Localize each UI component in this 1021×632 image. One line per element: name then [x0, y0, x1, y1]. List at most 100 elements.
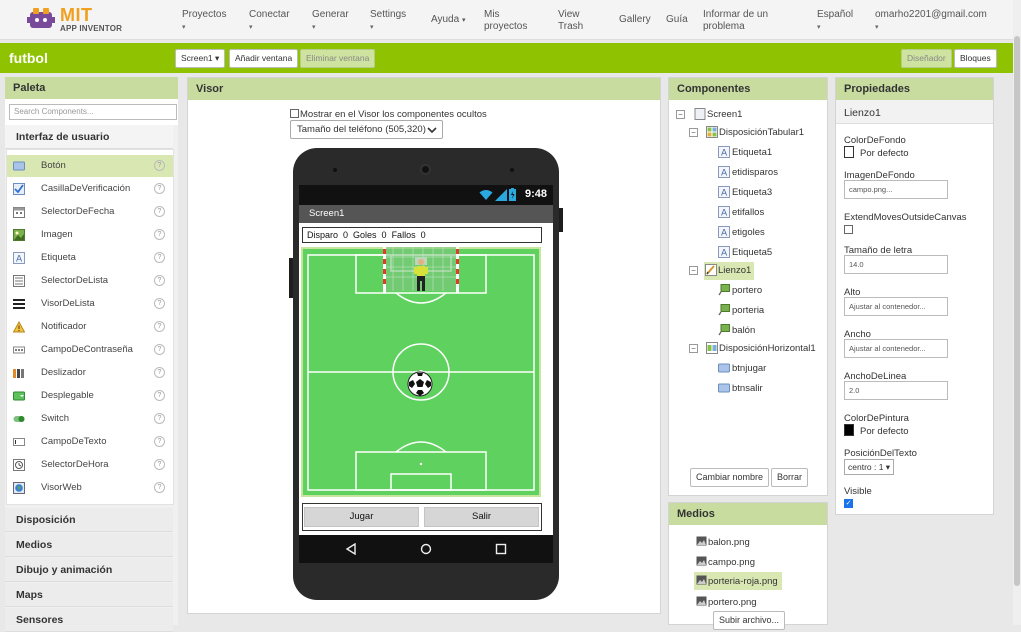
link-view-trash[interactable]: View Trash — [558, 9, 583, 33]
help-icon[interactable]: ? — [154, 344, 165, 355]
link-guia[interactable]: Guía — [666, 14, 688, 26]
prop-paint-color-swatch[interactable] — [844, 424, 854, 436]
menu-proyectos[interactable]: Proyectos ▾ — [182, 9, 226, 34]
palette-item-switch[interactable]: Switch ? — [7, 408, 173, 430]
recents-icon[interactable] — [495, 543, 507, 555]
canvas-lienzo1[interactable] — [301, 247, 541, 497]
help-icon[interactable]: ? — [154, 390, 165, 401]
prop-bg-color-value[interactable]: Por defecto — [860, 148, 909, 159]
prop-paint-color-value[interactable]: Por defecto — [860, 426, 909, 437]
app-button-salir[interactable]: Salir — [424, 507, 539, 527]
palette-item-listview[interactable]: VisorDeLista ? — [7, 293, 173, 315]
palette-item-datepicker[interactable]: SelectorDeFecha ? — [7, 201, 173, 223]
help-icon[interactable]: ? — [154, 160, 165, 171]
palette-item-webviewer[interactable]: VisorWeb ? — [7, 477, 173, 499]
help-icon[interactable]: ? — [154, 367, 165, 378]
palette-item-label: Desplegable — [41, 390, 94, 401]
palette-category-ui[interactable]: Interfaz de usuario — [5, 125, 173, 149]
palette-search-input[interactable]: Search Components... — [9, 104, 177, 120]
app-inventor-logo[interactable]: MIT APP INVENTOR — [24, 4, 124, 34]
prop-bg-color-swatch[interactable] — [844, 146, 854, 158]
palette-category-sensores[interactable]: Sensores — [5, 608, 173, 632]
help-icon[interactable]: ? — [154, 229, 165, 240]
image-file-icon — [696, 575, 707, 585]
menu-generar[interactable]: Generar ▾ — [312, 9, 349, 34]
help-icon[interactable]: ? — [154, 298, 165, 309]
menu-user[interactable]: omarho2201@gmail.com ▾ — [875, 9, 987, 34]
prop-bg-image-input[interactable]: campo.png... — [844, 180, 948, 199]
delete-button[interactable]: Borrar — [771, 468, 809, 487]
help-icon[interactable]: ? — [154, 459, 165, 470]
palette-item-slider[interactable]: Deslizador ? — [7, 362, 173, 384]
checkbox-box[interactable] — [290, 109, 299, 118]
tree-item-lienzo1-selected[interactable]: Lienzo1 — [704, 262, 754, 280]
show-hidden-checkbox[interactable]: Mostrar en el Visor los componentes ocul… — [290, 109, 487, 120]
app-button-jugar[interactable]: Jugar — [304, 507, 419, 527]
menu-ayuda[interactable]: Ayuda ▾ — [431, 14, 465, 27]
collapse-icon[interactable]: − — [689, 128, 698, 137]
link-gallery[interactable]: Gallery — [619, 14, 651, 26]
designer-button[interactable]: Diseñador — [901, 49, 952, 68]
phone-size-select[interactable]: Tamaño del teléfono (505,320) — [290, 120, 443, 139]
palette-category-maps[interactable]: Maps — [5, 583, 173, 607]
media-item-porteria-roja[interactable]: porteria-roja.png — [694, 572, 782, 590]
help-icon[interactable]: ? — [154, 436, 165, 447]
upload-file-button[interactable]: Subir archivo... — [713, 611, 786, 630]
menu-settings[interactable]: Settings ▾ — [370, 9, 406, 34]
help-icon[interactable]: ? — [154, 275, 165, 286]
palette-category-dibujo[interactable]: Dibujo y animación — [5, 558, 173, 582]
prop-visible-label: Visible — [844, 486, 872, 497]
back-icon[interactable] — [345, 543, 357, 555]
remove-screen-button[interactable]: Eliminar ventana — [300, 49, 376, 68]
palette-item-notifier[interactable]: Notificador ? — [7, 316, 173, 338]
viewer-title: Visor — [188, 78, 660, 100]
help-icon[interactable]: ? — [154, 206, 165, 217]
prop-extend-checkbox[interactable] — [844, 225, 853, 234]
menu-conectar[interactable]: Conectar ▾ — [249, 9, 290, 34]
rename-button[interactable]: Cambiar nombre — [690, 468, 770, 487]
palette-item-etiqueta[interactable]: A Etiqueta ? — [7, 247, 173, 269]
prop-line-width-input[interactable]: 2.0 — [844, 381, 948, 400]
logo-subtitle: APP INVENTOR — [60, 24, 123, 33]
media-item-balon[interactable]: balon.png — [694, 533, 782, 551]
collapse-icon[interactable]: − — [689, 344, 698, 353]
help-icon[interactable]: ? — [154, 252, 165, 263]
link-mis-proyectos[interactable]: Mis proyectos — [484, 9, 527, 33]
palette-item-timepicker[interactable]: SelectorDeHora ? — [7, 454, 173, 476]
palette-item-boton[interactable]: Botón ? — [7, 155, 173, 177]
prop-height-input[interactable]: Ajustar al contenedor... — [844, 297, 948, 316]
help-icon[interactable]: ? — [154, 482, 165, 493]
link-informar-problema[interactable]: Informar de un problema — [703, 9, 768, 33]
wifi-icon — [479, 190, 493, 200]
media-item-portero[interactable]: portero.png — [694, 593, 782, 611]
prop-font-size-input[interactable]: 14.0 — [844, 255, 948, 274]
palette-item-checkbox[interactable]: CasillaDeVerificación ? — [7, 178, 173, 200]
slider-icon — [13, 369, 24, 378]
help-icon[interactable]: ? — [154, 183, 165, 194]
palette-item-spinner[interactable]: Desplegable ? — [7, 385, 173, 407]
palette-item-passwordtextbox[interactable]: CampoDeContraseña ? — [7, 339, 173, 361]
palette-category-medios[interactable]: Medios — [5, 533, 173, 557]
collapse-icon[interactable]: − — [676, 110, 685, 119]
collapse-icon[interactable]: − — [689, 266, 698, 275]
home-icon[interactable] — [420, 543, 432, 555]
page-scrollbar[interactable] — [1013, 0, 1021, 625]
help-icon[interactable]: ? — [154, 413, 165, 424]
palette-item-imagen[interactable]: Imagen ? — [7, 224, 173, 246]
prop-text-position-select[interactable]: centro : 1 ▾ — [844, 459, 895, 475]
blocks-button[interactable]: Bloques — [954, 49, 997, 68]
menu-idioma[interactable]: Español ▾ — [817, 9, 853, 34]
prop-width-input[interactable]: Ajustar al contenedor... — [844, 339, 948, 358]
globe-icon — [13, 482, 25, 494]
add-screen-button[interactable]: Añadir ventana — [229, 49, 299, 68]
help-icon[interactable]: ? — [154, 321, 165, 332]
warning-icon — [13, 321, 25, 333]
media-item-campo[interactable]: campo.png — [694, 553, 782, 571]
screen-select[interactable]: Screen1 ▾ — [175, 49, 226, 68]
scrollbar-thumb[interactable] — [1014, 36, 1020, 586]
palette-item-textbox[interactable]: CampoDeTexto ? — [7, 431, 173, 453]
palette-item-label: SelectorDeHora — [41, 459, 109, 470]
palette-item-listpicker[interactable]: SelectorDeLista ? — [7, 270, 173, 292]
prop-visible-checkbox[interactable]: ✓ — [844, 499, 853, 508]
palette-category-disposicion[interactable]: Disposición — [5, 508, 173, 532]
